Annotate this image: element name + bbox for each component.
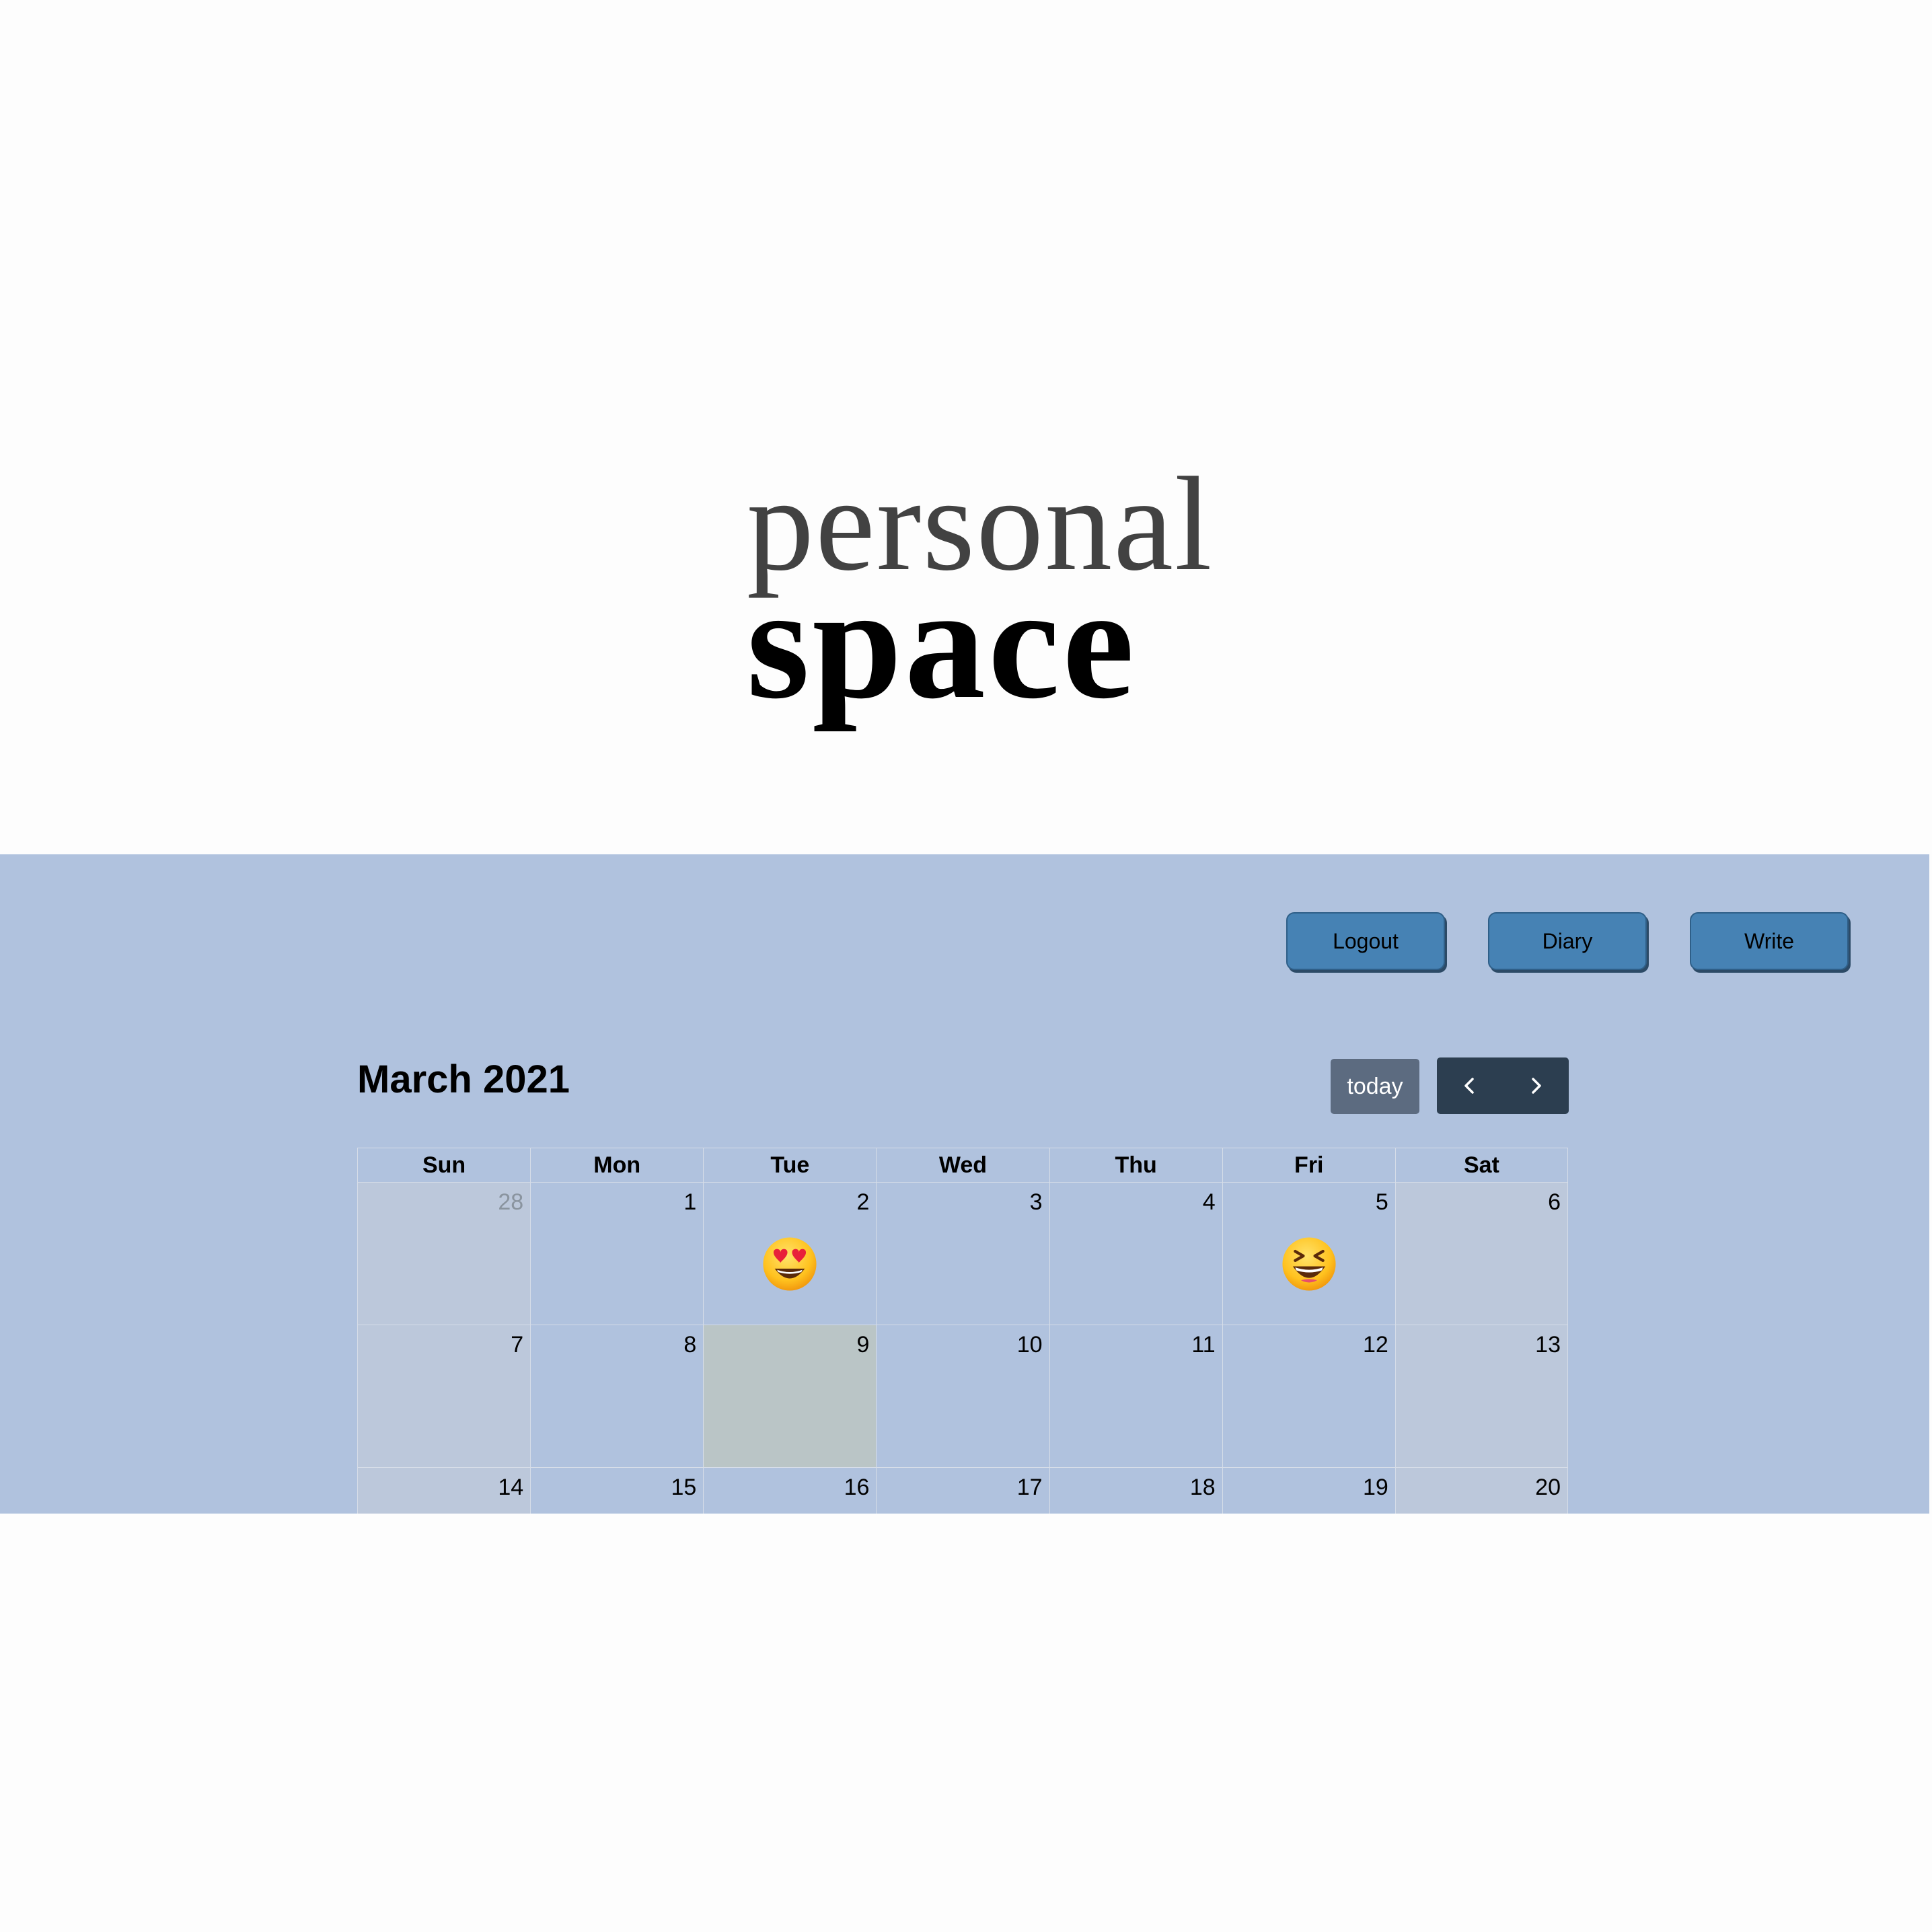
calendar-day[interactable]: 13: [1395, 1325, 1568, 1468]
next-month-button[interactable]: [1503, 1057, 1569, 1114]
today-button[interactable]: today: [1331, 1059, 1419, 1114]
weekday-fri: Fri: [1222, 1148, 1395, 1183]
day-number: 16: [844, 1475, 870, 1500]
weekday-thu: Thu: [1049, 1148, 1222, 1183]
calendar-day[interactable]: 5: [1222, 1183, 1395, 1325]
main-panel: Logout Diary Write March 2021 today Sun …: [0, 854, 1929, 1514]
day-number: 19: [1363, 1475, 1388, 1500]
calendar-day[interactable]: 7: [357, 1325, 531, 1468]
day-number: 17: [1016, 1475, 1043, 1500]
calendar-day[interactable]: 18: [1049, 1468, 1222, 1514]
day-number: 14: [498, 1475, 524, 1500]
day-number: 15: [671, 1475, 697, 1500]
calendar-day[interactable]: 12: [1222, 1325, 1395, 1468]
calendar-day[interactable]: 15: [530, 1468, 703, 1514]
day-number: 12: [1363, 1332, 1388, 1358]
calendar-week: 7 8 9 10 11 12 13: [357, 1325, 1568, 1468]
day-number: 11: [1191, 1332, 1216, 1358]
heart-eyes-emoji-icon[interactable]: [761, 1235, 819, 1293]
day-number: 5: [1375, 1189, 1388, 1215]
calendar-day[interactable]: 28: [357, 1183, 531, 1325]
day-number: 7: [511, 1332, 524, 1358]
day-number: 8: [683, 1332, 697, 1358]
calendar-day[interactable]: 6: [1395, 1183, 1568, 1325]
weekday-header: Sun Mon Tue Wed Thu Fri Sat: [357, 1148, 1568, 1183]
calendar-day[interactable]: 14: [357, 1468, 531, 1514]
calendar-day[interactable]: 8: [530, 1325, 704, 1468]
day-number: 10: [1016, 1332, 1043, 1358]
day-number: 1: [683, 1189, 697, 1215]
calendar-day[interactable]: 11: [1049, 1325, 1222, 1468]
day-number: 3: [1029, 1189, 1043, 1215]
grinning-squinting-emoji-icon[interactable]: [1280, 1235, 1338, 1293]
logo-word-space: space: [747, 553, 1137, 732]
day-number: 20: [1535, 1475, 1561, 1500]
weekday-wed: Wed: [876, 1148, 1049, 1183]
calendar-day[interactable]: 4: [1049, 1183, 1222, 1325]
weekday-sun: Sun: [357, 1148, 531, 1183]
month-nav-group: [1437, 1057, 1569, 1114]
day-number: 13: [1535, 1332, 1561, 1358]
calendar-day[interactable]: 16: [703, 1468, 876, 1514]
write-button[interactable]: Write: [1690, 912, 1849, 970]
calendar-day[interactable]: 20: [1395, 1468, 1568, 1514]
calendar-week: 14 15 16 17 18 19 20: [357, 1468, 1568, 1514]
day-number: 28: [498, 1189, 524, 1215]
calendar-grid: Sun Mon Tue Wed Thu Fri Sat 28 1 2 3 4 5…: [357, 1148, 1568, 1514]
day-number: 2: [856, 1189, 870, 1215]
weekday-sat: Sat: [1395, 1148, 1568, 1183]
day-number: 6: [1548, 1189, 1561, 1215]
calendar-day[interactable]: 2: [703, 1183, 877, 1325]
calendar-day-today[interactable]: 9: [703, 1325, 877, 1468]
calendar-day[interactable]: 3: [876, 1183, 1049, 1325]
day-number: 9: [856, 1332, 870, 1358]
calendar-day[interactable]: 17: [876, 1468, 1049, 1514]
calendar-day[interactable]: 19: [1222, 1468, 1395, 1514]
diary-button[interactable]: Diary: [1488, 912, 1647, 970]
weekday-mon: Mon: [530, 1148, 704, 1183]
logout-button[interactable]: Logout: [1286, 912, 1445, 970]
day-number: 18: [1189, 1475, 1216, 1500]
logo: personal space: [747, 457, 1212, 732]
calendar-title: March 2021: [357, 1057, 570, 1101]
calendar-week: 28 1 2 3 4 5 6: [357, 1183, 1568, 1325]
calendar-day[interactable]: 1: [530, 1183, 704, 1325]
day-number: 4: [1202, 1189, 1216, 1215]
weekday-tue: Tue: [703, 1148, 877, 1183]
chevron-left-icon: [1464, 1078, 1474, 1094]
prev-month-button[interactable]: [1437, 1057, 1503, 1114]
chevron-right-icon: [1532, 1078, 1541, 1094]
calendar-day[interactable]: 10: [876, 1325, 1049, 1468]
